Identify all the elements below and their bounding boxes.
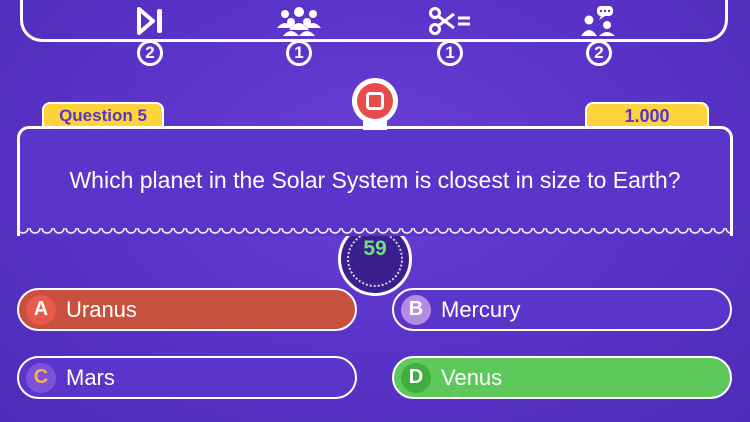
- score-label: 1.000: [585, 102, 709, 128]
- answer-d-letter: D: [401, 362, 431, 393]
- answer-c-letter: C: [26, 362, 56, 393]
- skip-icon: [133, 6, 167, 41]
- lifeline-audience-count: 1: [286, 40, 312, 66]
- lifeline-fifty-fifty-count: 1: [437, 40, 463, 66]
- ask-friend-icon: [579, 6, 619, 41]
- answer-c-button[interactable]: C Mars: [17, 356, 357, 399]
- answer-c-text: Mars: [66, 364, 115, 390]
- fifty-fifty-scissors-icon: [428, 6, 472, 41]
- lifeline-fifty-fifty[interactable]: 1: [420, 0, 480, 66]
- lifeline-ask-friend-count: 2: [586, 40, 612, 66]
- lifeline-skip-count: 2: [137, 40, 163, 66]
- lifeline-audience[interactable]: 1: [269, 0, 329, 66]
- answer-d-button[interactable]: D Venus: [392, 356, 732, 399]
- answer-d-text: Venus: [441, 364, 503, 390]
- stop-button-inner: [357, 83, 393, 119]
- question-panel: Which planet in the Solar System is clos…: [17, 126, 733, 236]
- answer-b-button[interactable]: B Mercury: [392, 288, 732, 331]
- answer-a-letter: A: [26, 294, 56, 325]
- lifeline-skip[interactable]: 2: [120, 0, 180, 66]
- audience-icon: [275, 6, 323, 41]
- question-text: Which planet in the Solar System is clos…: [69, 166, 681, 193]
- timer-value: 59: [363, 237, 387, 260]
- answer-a-text: Uranus: [66, 296, 137, 322]
- answer-b-text: Mercury: [441, 296, 521, 322]
- stop-icon: [366, 92, 384, 110]
- lifeline-ask-friend[interactable]: 2: [569, 0, 629, 66]
- answer-a-button[interactable]: A Uranus: [17, 288, 357, 331]
- question-number-label: Question 5: [42, 102, 164, 128]
- answer-b-letter: B: [401, 294, 431, 325]
- stop-button[interactable]: [352, 78, 398, 124]
